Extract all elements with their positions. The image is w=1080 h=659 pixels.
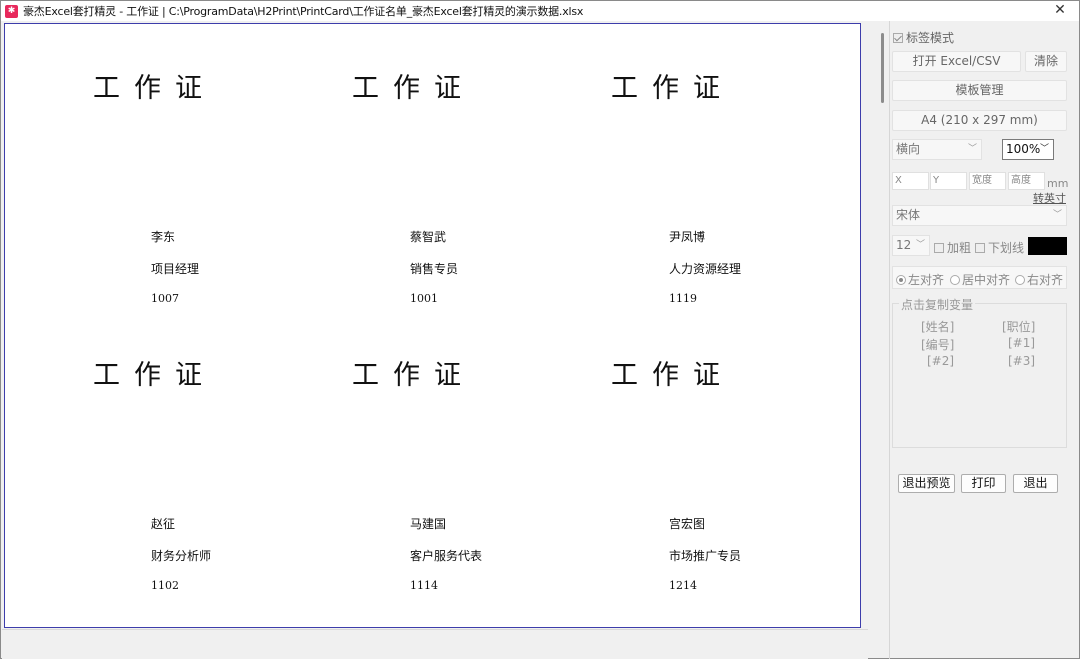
card-name: 李东 — [151, 230, 176, 244]
align-right-option[interactable]: 右对齐 — [1015, 271, 1063, 288]
badge-card: 工作证 李东 项目经理 1007 — [5, 24, 264, 311]
align-left-option[interactable]: 左对齐 — [896, 271, 944, 288]
zoom-value: 100% — [1006, 142, 1041, 156]
variable-name[interactable]: [姓名] — [921, 318, 954, 335]
variable-col3[interactable]: [#3] — [1008, 354, 1035, 368]
font-size-value: 12 — [896, 238, 912, 252]
height-field[interactable]: 高度 — [1008, 172, 1045, 190]
vertical-scrollbar-thumb[interactable] — [881, 33, 884, 103]
card-id: 1007 — [151, 292, 179, 305]
pos-x-field[interactable]: X — [892, 172, 929, 190]
alignment-group: 左对齐 居中对齐 右对齐 — [892, 266, 1067, 289]
window-title: 豪杰Excel套打精灵 - 工作证 | C:\ProgramData\H2Pri… — [23, 5, 584, 18]
variables-legend: 点击复制变量 — [899, 296, 976, 313]
badge-card: 工作证 宫宏图 市场推广专员 1214 — [523, 311, 782, 598]
card-position: 销售专员 — [410, 262, 459, 276]
horizontal-scroll-area[interactable] — [2, 629, 868, 659]
card-position: 财务分析师 — [151, 549, 212, 563]
template-manage-button[interactable]: 模板管理 — [892, 80, 1067, 101]
align-center-radio[interactable] — [950, 274, 960, 285]
card-name: 赵征 — [151, 517, 176, 531]
font-select[interactable]: 宋体 ﹀ — [892, 205, 1067, 226]
close-window-button[interactable]: ✕ — [1041, 1, 1079, 21]
underline-toggle[interactable]: 下划线 — [975, 239, 1024, 256]
card-id: 1214 — [669, 579, 697, 592]
card-name: 蔡智武 — [410, 230, 447, 244]
variables-group: 点击复制变量 [姓名] [职位] [编号] [#1] [#2] [#3] — [892, 296, 1067, 448]
chevron-down-icon: ﹀ — [915, 240, 925, 250]
underline-label: 下划线 — [988, 241, 1025, 255]
variable-position[interactable]: [职位] — [1002, 318, 1035, 335]
paper-size-button[interactable]: A4 (210 x 297 mm) — [892, 110, 1067, 131]
card-name: 马建国 — [410, 517, 447, 531]
label-mode-toggle[interactable]: 标签模式 — [893, 29, 954, 46]
convert-inch-link[interactable]: 转英寸 — [1033, 190, 1066, 206]
width-field[interactable]: 宽度 — [969, 172, 1006, 190]
label-mode-checkbox[interactable] — [893, 32, 903, 43]
card-title: 工作证 — [93, 360, 216, 391]
print-page: 工作证 李东 项目经理 1007 工作证 蔡智武 销售专员 1001 工作证 尹… — [4, 23, 861, 628]
align-right-label: 右对齐 — [1027, 273, 1064, 287]
preview-area: 工作证 李东 项目经理 1007 工作证 蔡智武 销售专员 1001 工作证 尹… — [2, 21, 868, 629]
card-position: 市场推广专员 — [669, 549, 742, 563]
settings-panel: 标签模式 打开 Excel/CSV 清除 模板管理 A4 (210 x 297 … — [890, 21, 1080, 659]
orientation-select[interactable]: 横向 ﹀ — [892, 139, 982, 160]
card-title: 工作证 — [352, 360, 475, 391]
variable-col1[interactable]: [#1] — [1008, 336, 1035, 350]
exit-button[interactable]: 退出 — [1013, 474, 1058, 493]
chevron-down-icon: ﹀ — [967, 144, 977, 154]
font-size-select[interactable]: 12 ﹀ — [892, 235, 930, 256]
card-name: 尹凤博 — [669, 230, 706, 244]
open-excel-button[interactable]: 打开 Excel/CSV — [892, 51, 1021, 72]
card-id: 1114 — [410, 579, 438, 592]
underline-checkbox[interactable] — [975, 242, 985, 253]
clear-button[interactable]: 清除 — [1025, 51, 1067, 72]
card-position: 人力资源经理 — [669, 262, 742, 276]
bold-checkbox[interactable] — [934, 242, 944, 253]
card-title: 工作证 — [352, 73, 475, 104]
bold-toggle[interactable]: 加粗 — [934, 239, 971, 256]
orientation-value: 横向 — [896, 142, 921, 156]
card-name: 宫宏图 — [669, 517, 706, 531]
align-left-radio[interactable] — [896, 274, 906, 285]
app-window: ✱ 豪杰Excel套打精灵 - 工作证 | C:\ProgramData\H2P… — [0, 0, 1080, 659]
app-logo-icon: ✱ — [5, 4, 18, 18]
bold-label: 加粗 — [947, 241, 972, 255]
badge-card: 工作证 马建国 客户服务代表 1114 — [264, 311, 523, 598]
badge-card: 工作证 赵征 财务分析师 1102 — [5, 311, 264, 598]
variable-id[interactable]: [编号] — [921, 336, 954, 353]
card-position: 项目经理 — [151, 262, 200, 276]
title-bar: ✱ 豪杰Excel套打精灵 - 工作证 | C:\ProgramData\H2P… — [1, 1, 1079, 21]
font-value: 宋体 — [896, 208, 921, 222]
card-title: 工作证 — [611, 360, 734, 391]
label-mode-label: 标签模式 — [906, 31, 955, 45]
exit-preview-button[interactable]: 退出预览 — [898, 474, 955, 493]
chevron-down-icon: ﹀ — [1052, 210, 1062, 220]
card-title: 工作证 — [93, 73, 216, 104]
card-id: 1102 — [151, 579, 179, 592]
align-center-option[interactable]: 居中对齐 — [950, 271, 1010, 288]
chevron-down-icon: ﹀ — [1039, 144, 1049, 154]
print-button[interactable]: 打印 — [961, 474, 1006, 493]
variable-col2[interactable]: [#2] — [927, 354, 954, 368]
card-id: 1119 — [669, 292, 697, 305]
align-center-label: 居中对齐 — [962, 273, 1011, 287]
badge-card: 工作证 尹凤博 人力资源经理 1119 — [523, 24, 782, 311]
text-color-swatch[interactable] — [1028, 237, 1067, 255]
badge-card: 工作证 蔡智武 销售专员 1001 — [264, 24, 523, 311]
zoom-select[interactable]: 100% ﹀ — [1002, 139, 1054, 160]
align-left-label: 左对齐 — [908, 273, 945, 287]
unit-label: mm — [1047, 177, 1069, 190]
card-position: 客户服务代表 — [410, 549, 483, 563]
card-title: 工作证 — [611, 73, 734, 104]
card-id: 1001 — [410, 292, 438, 305]
align-right-radio[interactable] — [1015, 274, 1025, 285]
pos-y-field[interactable]: Y — [930, 172, 967, 190]
